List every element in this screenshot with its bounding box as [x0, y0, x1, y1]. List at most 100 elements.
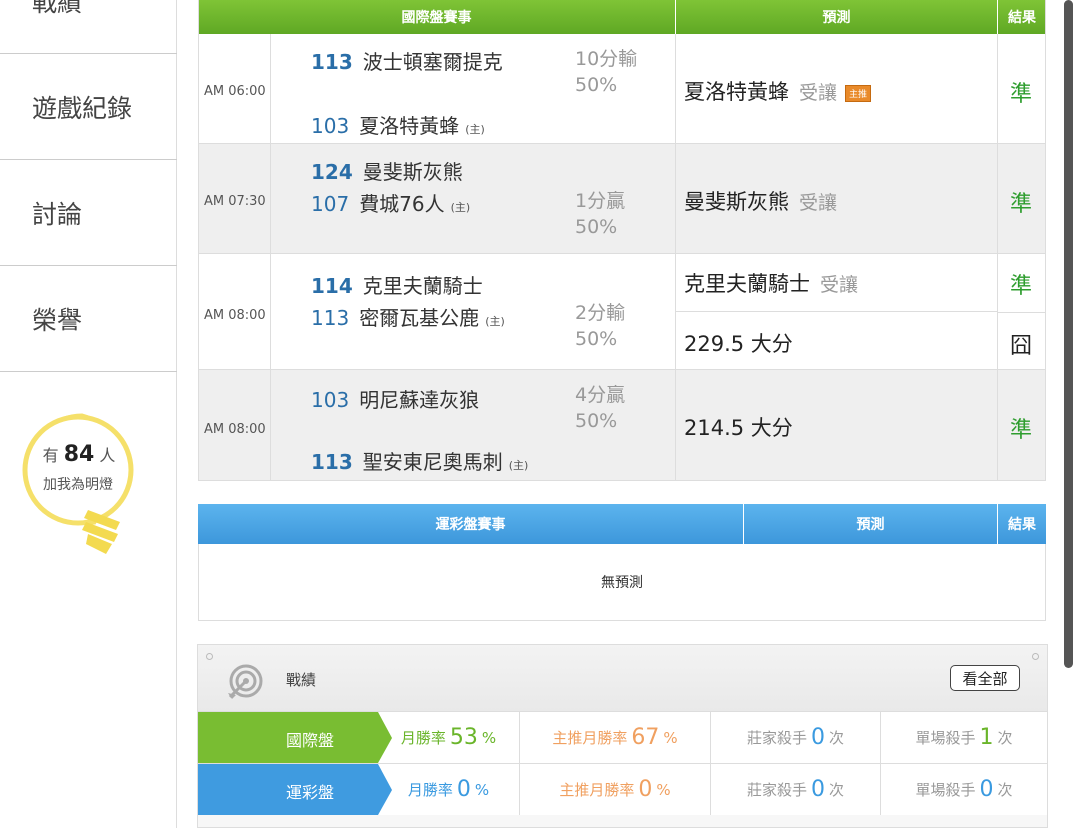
prediction-main: 214.5 大分 — [684, 416, 793, 440]
stats-label-text: 運彩盤 — [286, 783, 335, 802]
odds: 2分輸 50% — [575, 300, 625, 352]
team-score: 124 — [311, 160, 353, 184]
stat-label: 主推月勝率 — [552, 729, 628, 747]
team-score: 113 — [311, 306, 350, 330]
stat-value: 53 — [449, 725, 478, 750]
home-team: 103 夏洛特黃蜂 (主) — [311, 110, 485, 139]
lottery-header-result: 結果 — [998, 504, 1046, 544]
host-marker: (主) — [465, 123, 485, 136]
team-name: 曼斐斯灰熊 — [362, 160, 463, 184]
stat-unit: % — [656, 780, 671, 799]
lottery-header-match: 運彩盤賽事 — [198, 504, 743, 544]
game-time: AM 06:00 — [204, 84, 266, 99]
stat-unit: % — [474, 780, 490, 799]
stat-value: 0 — [456, 777, 471, 802]
prediction: 曼斐斯灰熊 受讓 — [684, 186, 837, 216]
time-cell: AM 06:00 — [198, 34, 271, 143]
game-time: AM 07:30 — [204, 194, 266, 209]
table-row: AM 08:00 103 明尼蘇達灰狼 113 聖安東尼奧馬刺 (主) 4分贏 50% … — [198, 370, 1046, 481]
stat-value: 0 — [638, 777, 653, 802]
away-team: 103 明尼蘇達灰狼 — [311, 384, 479, 413]
prediction-main: 曼斐斯灰熊 — [684, 190, 789, 214]
stat-label: 單場殺手 — [915, 781, 976, 799]
scrollbar[interactable] — [1064, 0, 1073, 668]
sidebar-item-label: 討論 — [32, 199, 83, 229]
table-row: AM 07:30 124 曼斐斯灰熊 107 費城76人 (主) 1分贏 50% 曼斐斯… — [198, 144, 1046, 254]
away-team: 114 克里夫蘭騎士 — [311, 270, 483, 299]
prediction-cell: 214.5 大分 — [676, 370, 998, 480]
team-name: 夏洛特黃蜂 — [359, 114, 460, 138]
team-name: 密爾瓦基公鹿 — [359, 306, 480, 330]
team-score: 113 — [311, 450, 353, 474]
prediction-sub: 受讓 — [799, 82, 838, 104]
stat-unit: 次 — [829, 781, 845, 799]
stats-label: 國際盤 — [198, 712, 378, 763]
stat-value: 1 — [979, 725, 994, 750]
sidebar: 戰績 遊戲紀錄 討論 榮譽 有 84 人 加我為明燈 — [0, 0, 177, 828]
follower-caption: 加我為明燈 — [43, 477, 113, 493]
stat-unit: % — [481, 728, 497, 747]
result-mark: 囧 — [1010, 334, 1033, 359]
stats-panel: 戰績 看全部 國際盤 月勝率 53% 主推月勝率 67% 莊家殺手 0 次 單場殺手 1 次… — [197, 644, 1048, 828]
prediction: 克里夫蘭騎士 受讓 — [684, 268, 858, 298]
odds-line: 1分贏 — [575, 190, 626, 212]
prediction-main: 夏洛特黃蜂 — [684, 80, 789, 104]
match-cell: 124 曼斐斯灰熊 107 費城76人 (主) 1分贏 50% — [271, 144, 676, 253]
team-name: 費城76人 — [359, 192, 445, 216]
odds-pct: 50% — [575, 74, 618, 96]
follower-suffix: 人 — [99, 446, 116, 465]
stats-header: 戰績 看全部 — [198, 645, 1047, 711]
sidebar-item-label: 戰績 — [32, 0, 83, 17]
single-game-killer: 單場殺手 0 次 — [880, 764, 1047, 815]
sidebar-item-record[interactable]: 戰績 — [0, 0, 177, 54]
prediction-cell: 曼斐斯灰熊 受讓 — [676, 144, 998, 253]
main-pick-win-rate: 主推月勝率 0% — [519, 764, 710, 815]
odds-pct: 50% — [575, 410, 618, 432]
odds: 10分輸 50% — [575, 46, 637, 98]
prediction-main: 229.5 大分 — [684, 332, 793, 356]
host-marker: (主) — [485, 315, 505, 328]
game-time: AM 08:00 — [204, 308, 266, 323]
single-game-killer: 單場殺手 1 次 — [880, 712, 1047, 763]
intl-header-match: 國際盤賽事 — [198, 0, 675, 34]
sidebar-item-honor[interactable]: 榮譽 — [0, 266, 177, 372]
follower-count: 有 84 人 — [32, 442, 126, 467]
match-cell: 114 克里夫蘭騎士 113 密爾瓦基公鹿 (主) 2分輸 50% — [271, 254, 676, 369]
view-all-button[interactable]: 看全部 — [950, 665, 1020, 691]
intl-header-result: 結果 — [998, 0, 1046, 34]
prediction: 夏洛特黃蜂 受讓 主推 — [684, 76, 872, 106]
follower-prefix: 有 — [42, 446, 59, 465]
stats-label: 運彩盤 — [198, 764, 378, 815]
result-mark: 準 — [1010, 192, 1033, 217]
odds-line: 10分輸 — [575, 48, 638, 70]
target-icon — [228, 664, 263, 699]
odds-pct: 50% — [575, 216, 618, 238]
stat-label: 主推月勝率 — [559, 781, 635, 799]
stats-label-text: 國際盤 — [286, 731, 335, 750]
stat-label: 莊家殺手 — [746, 729, 807, 747]
no-prediction-message: 無預測 — [198, 544, 1046, 621]
stat-label: 月勝率 — [407, 781, 453, 799]
away-team: 124 曼斐斯灰熊 — [311, 156, 463, 185]
result-mark: 準 — [1010, 82, 1033, 107]
banker-killer: 莊家殺手 0 次 — [710, 764, 880, 815]
team-name: 克里夫蘭騎士 — [362, 274, 483, 298]
intl-header-prediction: 預測 — [676, 0, 997, 34]
table-row: AM 06:00 113 波士頓塞爾提克 103 夏洛特黃蜂 (主) 10分輸 50% … — [198, 34, 1046, 144]
stat-unit: 次 — [997, 729, 1013, 747]
time-cell: AM 07:30 — [198, 144, 271, 253]
odds-pct: 50% — [575, 328, 618, 350]
prediction-cell: 229.5 大分 — [676, 312, 998, 370]
monthly-win-rate: 月勝率 0% — [378, 764, 519, 815]
team-name: 波士頓塞爾提克 — [362, 50, 503, 74]
prediction-sub: 受讓 — [820, 274, 859, 296]
sidebar-item-game-history[interactable]: 遊戲紀錄 — [0, 54, 177, 160]
sidebar-item-discussion[interactable]: 討論 — [0, 160, 177, 266]
stats-row-intl: 國際盤 月勝率 53% 主推月勝率 67% 莊家殺手 0 次 單場殺手 1 次 — [198, 711, 1047, 763]
follow-lightbulb[interactable]: 有 84 人 加我為明燈 — [22, 412, 142, 562]
team-score: 107 — [311, 192, 350, 216]
home-team: 113 密爾瓦基公鹿 (主) — [311, 302, 505, 331]
stat-unit: 次 — [829, 729, 845, 747]
result-mark: 準 — [1010, 274, 1033, 299]
monthly-win-rate: 月勝率 53% — [378, 712, 519, 763]
